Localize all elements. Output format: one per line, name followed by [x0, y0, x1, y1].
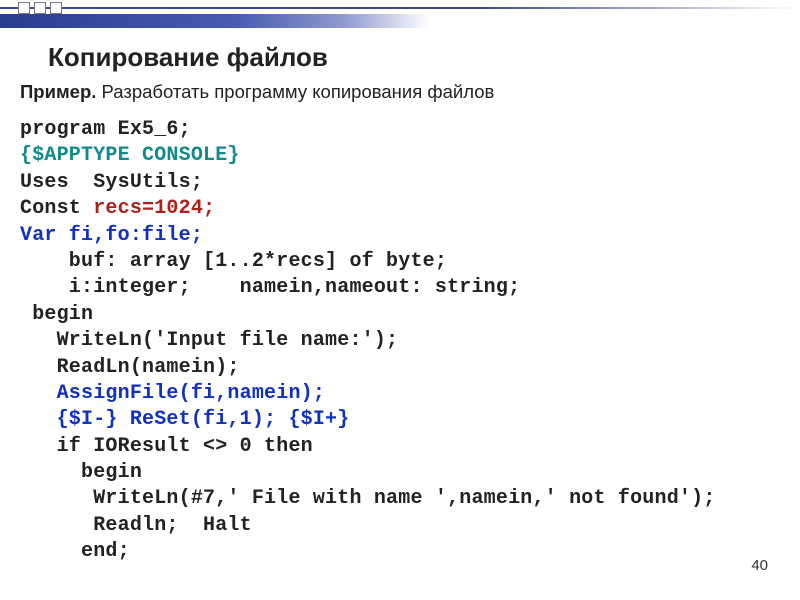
kw-end-inner: end;: [20, 540, 130, 563]
code-block: program Ex5_6; {$APPTYPE CONSOLE} Uses S…: [20, 117, 780, 566]
kw-program: program: [20, 118, 105, 141]
code-text: i:integer; namein,nameout: string;: [20, 276, 520, 299]
kw-uses: Uses: [20, 171, 69, 194]
code-text: Readln; Halt: [20, 514, 252, 537]
directive-i-minus: {$I-}: [20, 408, 118, 431]
const-decl: recs=1024;: [93, 197, 215, 220]
code-text: Ex5_6;: [105, 118, 190, 141]
header-decoration: [0, 0, 800, 40]
var-decl: fi,fo:file;: [57, 224, 203, 247]
code-text: buf: array [1..2*recs] of byte;: [20, 250, 447, 273]
kw-const: Const: [20, 197, 93, 220]
kw-begin-inner: begin: [20, 461, 142, 484]
decor-square-icon: [34, 2, 46, 14]
decor-bar: [0, 14, 430, 28]
decor-line: [0, 7, 800, 9]
kw-var: Var: [20, 224, 57, 247]
directive-apptype: {$APPTYPE CONSOLE}: [20, 144, 240, 167]
code-text: SysUtils;: [69, 171, 203, 194]
example-line: Пример. Разработать программу копировани…: [20, 81, 780, 103]
example-text: Разработать программу копирования файлов: [96, 81, 494, 102]
code-text: WriteLn(#7,' File with name ',namein,' n…: [20, 487, 716, 510]
code-text: if IOResult <> 0 then: [20, 435, 313, 458]
decor-square-icon: [50, 2, 62, 14]
reset-call: ReSet(fi,1);: [118, 408, 289, 431]
page-title: Копирование файлов: [48, 42, 780, 73]
code-text: WriteLn('Input file name:');: [20, 329, 398, 352]
assignfile-call: AssignFile(fi,namein);: [20, 382, 325, 405]
slide: Копирование файлов Пример. Разработать п…: [0, 0, 800, 600]
example-label: Пример.: [20, 81, 96, 102]
code-text: ReadLn(namein);: [20, 356, 240, 379]
kw-begin: begin: [20, 303, 93, 326]
page-number: 40: [751, 557, 768, 574]
directive-i-plus: {$I+}: [288, 408, 349, 431]
decor-square-icon: [18, 2, 30, 14]
